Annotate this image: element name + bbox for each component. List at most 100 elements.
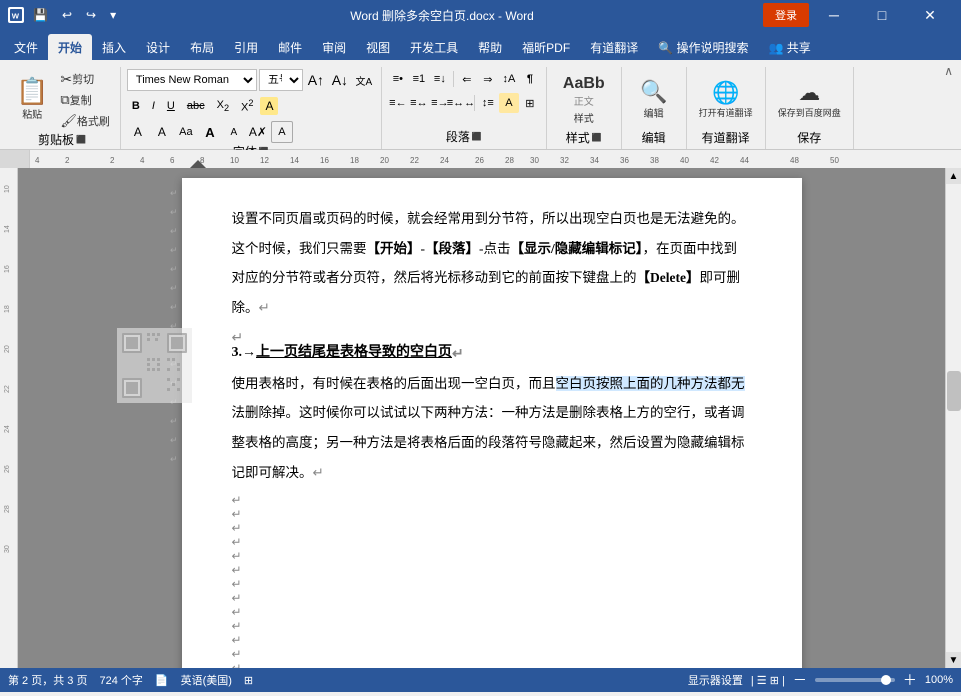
svg-text:26: 26	[475, 156, 484, 165]
vertical-scrollbar[interactable]: ▲ ▼	[945, 168, 961, 668]
svg-text:26: 26	[4, 465, 11, 473]
decrease-indent-button[interactable]: ⇐	[457, 69, 477, 89]
scroll-thumb[interactable]	[947, 371, 961, 411]
shrink-a-button[interactable]: A	[223, 121, 245, 143]
word-count: 724 个字	[99, 672, 142, 688]
bold-button[interactable]: B	[127, 95, 145, 117]
maximize-button[interactable]: □	[859, 0, 905, 30]
clipboard-expand-icon[interactable]: ⬛	[76, 135, 86, 144]
styles-button[interactable]: AaBb 正文 样式	[553, 69, 615, 129]
zoom-plus[interactable]: ＋	[903, 670, 917, 690]
format-painter-button[interactable]: 🖌 格式刷	[56, 111, 114, 131]
clearformat-button[interactable]: A✗	[247, 121, 269, 143]
menu-youdao[interactable]: 有道翻译	[580, 34, 648, 60]
svg-text:32: 32	[560, 156, 569, 165]
paste-icon: 📋	[16, 78, 48, 104]
menu-references[interactable]: 引用	[224, 34, 268, 60]
borders-button[interactable]: ⊞	[520, 93, 540, 113]
subscript-button[interactable]: X2	[212, 95, 234, 117]
scroll-down-button[interactable]: ▼	[946, 652, 961, 668]
grow-a-button[interactable]: A	[199, 121, 221, 143]
superscript-button[interactable]: X2	[236, 95, 258, 117]
menu-search[interactable]: 🔍 操作说明搜索	[648, 34, 758, 60]
svg-text:12: 12	[260, 156, 269, 165]
save-baidu-button[interactable]: ☁ 保存到百度网盘	[772, 69, 847, 129]
menu-share[interactable]: 👥 共享	[758, 34, 820, 60]
redo-quick-btn[interactable]: ↪	[81, 6, 101, 24]
menu-developer[interactable]: 开发工具	[400, 34, 468, 60]
menu-help[interactable]: 帮助	[468, 34, 512, 60]
text-effects-button[interactable]: A	[260, 97, 278, 115]
align-center-button[interactable]: ≡↔	[409, 93, 429, 113]
menu-file[interactable]: 文件	[4, 34, 48, 60]
translate-button[interactable]: 🌐 打开有道翻译	[693, 69, 759, 129]
doc-body-2: 法删除掉。这时候你可以试试以下两种方法：一种方法是删除表格上方的空行，或者调	[232, 402, 752, 424]
justify-button[interactable]: ≡↔↔	[451, 93, 471, 113]
styles-expand-icon[interactable]: ⬛	[592, 133, 602, 142]
font-grow-button[interactable]: A↑	[305, 69, 327, 91]
scroll-up-button[interactable]: ▲	[946, 168, 961, 184]
doc-text-p1a: 设置不同页眉或页码的时候，就会经常用到分节符，所以出现空白页也是无法避免的。	[232, 211, 745, 226]
close-button[interactable]: ✕	[907, 0, 953, 30]
strikethrough-button[interactable]: abc	[182, 95, 210, 117]
font-color-button[interactable]: A	[151, 121, 173, 143]
youdao-label: 有道翻译	[702, 129, 750, 146]
sort-button[interactable]: ↕A	[499, 69, 519, 89]
styles-group: AaBb 正文 样式 样式 ⬛	[547, 67, 622, 149]
ruler-corner	[0, 150, 30, 168]
svg-text:4: 4	[140, 156, 145, 165]
menu-fuxin[interactable]: 福昕PDF	[512, 34, 580, 60]
numbering-button[interactable]: ≡1	[409, 69, 429, 89]
format-painter-icon: 🖌	[60, 113, 77, 129]
customize-quick-btn[interactable]: ▾	[105, 6, 121, 24]
document-area[interactable]: ↵ ↵ ↵ ↵ ↵ ↵ ↵ ↵ ↵ ↵ ↵ ↵ ↵ ↵ ↵	[18, 168, 945, 668]
paragraph-group: ≡• ≡1 ≡↓ ⇐ ⇒ ↕A ¶ ≡← ≡↔ ≡→ ≡↔↔ ↕≡ A	[382, 67, 547, 149]
zoom-minus[interactable]: －	[793, 670, 807, 690]
save-quick-btn[interactable]: 💾	[28, 6, 53, 24]
line-spacing-button[interactable]: ↕≡	[478, 93, 498, 113]
word-count-icon: 📄	[155, 674, 169, 687]
font-name-select[interactable]: Times New Roman	[127, 69, 257, 91]
menu-view[interactable]: 视图	[356, 34, 400, 60]
menu-design[interactable]: 设计	[136, 34, 180, 60]
para-expand-icon[interactable]: ⬛	[472, 132, 482, 141]
styles-label: 样式	[574, 110, 594, 125]
doc-empty-13: ↵	[232, 659, 752, 668]
editing-button[interactable]: 🔍 编辑	[628, 69, 680, 129]
font-size-aa-button[interactable]: Aa	[175, 121, 197, 143]
minimize-button[interactable]: ─	[811, 0, 857, 30]
svg-text:6: 6	[170, 156, 175, 165]
cut-button[interactable]: ✂ 剪切	[56, 69, 114, 89]
paste-button[interactable]: 📋 粘贴	[10, 69, 54, 129]
menu-home[interactable]: 开始	[48, 34, 92, 60]
menu-layout[interactable]: 布局	[180, 34, 224, 60]
title-bar-right: 登录 ─ □ ✕	[763, 0, 953, 30]
ribbon-collapse-button[interactable]: ∧	[936, 60, 961, 82]
bullets-button[interactable]: ≡•	[388, 69, 408, 89]
font-shrink-button[interactable]: A↓	[329, 69, 351, 91]
font-wubi-button[interactable]: 文A	[353, 69, 375, 91]
editing-label: 编辑	[644, 105, 664, 120]
increase-indent-button[interactable]: ⇒	[478, 69, 498, 89]
show-marks-button[interactable]: ¶	[520, 69, 540, 89]
doc-text-p2: 这个时候，我们只需要	[232, 241, 367, 256]
italic-button[interactable]: I	[147, 95, 160, 117]
font-size-select[interactable]: 五号	[259, 69, 303, 91]
align-left-button[interactable]: ≡←	[388, 93, 408, 113]
login-button[interactable]: 登录	[763, 3, 809, 27]
undo-quick-btn[interactable]: ↩	[57, 6, 77, 24]
highlight-color-button[interactable]: A	[127, 121, 149, 143]
multilevel-button[interactable]: ≡↓	[430, 69, 450, 89]
menu-insert[interactable]: 插入	[92, 34, 136, 60]
underline-button[interactable]: U	[162, 95, 180, 117]
ribbon: 📋 粘贴 ✂ 剪切 ⧉ 复制 🖌 格式刷	[0, 60, 961, 150]
scroll-track[interactable]	[946, 184, 961, 652]
font-border-button[interactable]: A	[271, 121, 293, 143]
save-baidu-icon: ☁	[798, 80, 820, 106]
zoom-slider[interactable]	[815, 678, 895, 682]
menu-mailings[interactable]: 邮件	[268, 34, 312, 60]
shading-button[interactable]: A	[499, 93, 519, 113]
display-settings[interactable]: 显示器设置	[688, 672, 743, 688]
menu-review[interactable]: 审阅	[312, 34, 356, 60]
copy-button[interactable]: ⧉ 复制	[56, 90, 114, 110]
